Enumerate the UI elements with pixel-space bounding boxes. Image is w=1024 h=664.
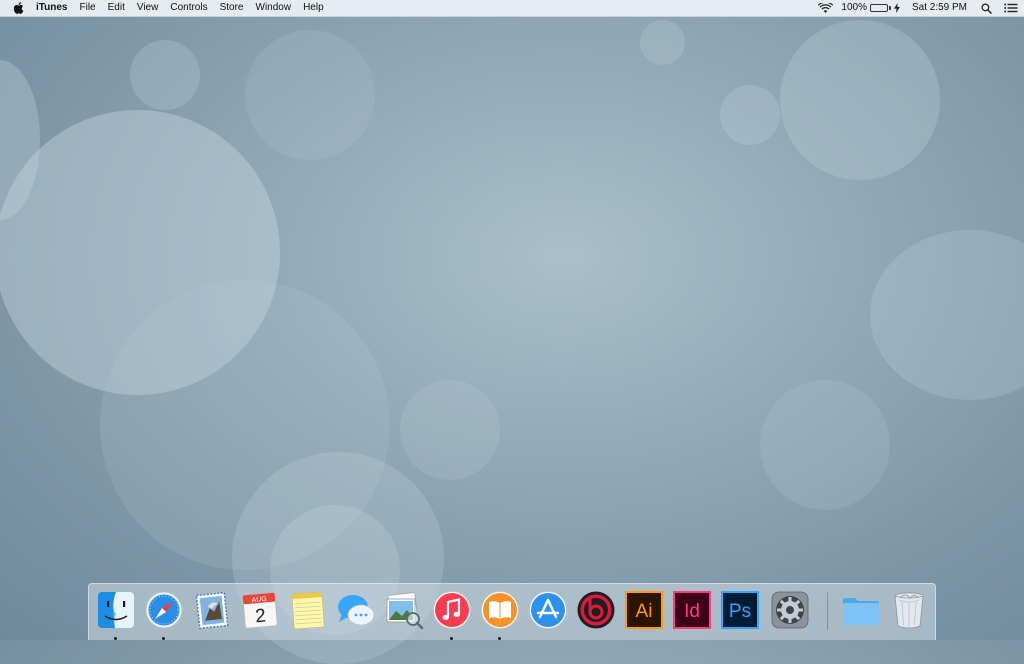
battery-percent: 100% <box>841 2 867 13</box>
apple-logo-icon[interactable] <box>12 0 24 16</box>
dock-item-photoshop[interactable]: Ps <box>720 590 760 630</box>
dock-item-app-store[interactable] <box>528 590 568 630</box>
indesign-label: Id <box>684 601 700 622</box>
desktop-wallpaper <box>0 0 1024 664</box>
illustrator-label: Ai <box>636 601 653 622</box>
dock-item-safari[interactable] <box>144 590 184 640</box>
menu-view[interactable]: View <box>131 0 165 16</box>
battery-status[interactable]: 100% <box>841 0 900 16</box>
menu-bar-clock[interactable]: Sat 2:59 PM <box>912 0 967 16</box>
wifi-icon[interactable] <box>818 2 834 14</box>
dock-item-folder[interactable] <box>841 590 881 630</box>
charging-bolt-icon <box>893 3 900 13</box>
photoshop-label: Ps <box>729 601 751 622</box>
dock-item-notes[interactable] <box>288 590 328 630</box>
calendar-icon: AUG 2 <box>242 592 278 629</box>
dock: AUG 2 Ai Id Ps <box>88 583 936 640</box>
messages-icon <box>338 595 375 626</box>
safari-icon <box>145 591 183 629</box>
itunes-icon <box>433 591 471 629</box>
photoshop-icon: Ps <box>721 591 759 629</box>
menu-controls[interactable]: Controls <box>164 0 213 16</box>
dock-divider <box>827 592 828 630</box>
dock-item-itunes[interactable] <box>432 590 472 640</box>
calendar-day: 2 <box>254 606 266 628</box>
dock-item-beats[interactable] <box>576 590 616 630</box>
menu-help[interactable]: Help <box>297 0 330 16</box>
dock-item-preview[interactable] <box>384 590 424 630</box>
mail-icon <box>195 591 229 630</box>
dock-item-trash[interactable] <box>889 590 929 630</box>
folder-icon <box>843 598 879 625</box>
menu-bar: iTunes File Edit View Controls Store Win… <box>0 0 1024 17</box>
dock-item-messages[interactable] <box>336 590 376 630</box>
spotlight-search-icon[interactable] <box>981 2 992 14</box>
battery-icon <box>869 4 891 12</box>
dock-item-illustrator[interactable]: Ai <box>624 590 664 630</box>
finder-icon <box>98 592 134 628</box>
notification-center-icon[interactable] <box>1004 3 1018 13</box>
app-store-icon <box>529 591 567 629</box>
menu-edit[interactable]: Edit <box>102 0 131 16</box>
preview-icon <box>386 592 424 630</box>
menu-window[interactable]: Window <box>250 0 298 16</box>
trash-icon <box>894 592 924 629</box>
ibooks-icon <box>481 591 519 629</box>
dock-item-calendar[interactable]: AUG 2 <box>240 590 280 630</box>
dock-item-indesign[interactable]: Id <box>672 590 712 630</box>
illustrator-icon: Ai <box>625 591 663 629</box>
indesign-icon: Id <box>673 591 711 629</box>
menu-app-name[interactable]: iTunes <box>34 0 73 16</box>
beats-icon <box>577 591 615 629</box>
notes-icon <box>291 591 325 630</box>
menu-store[interactable]: Store <box>214 0 250 16</box>
dock-item-mail[interactable] <box>192 590 232 630</box>
dock-item-ibooks[interactable] <box>480 590 520 640</box>
system-preferences-icon <box>771 591 809 629</box>
menu-file[interactable]: File <box>73 0 101 16</box>
dock-item-finder[interactable] <box>96 590 136 640</box>
dock-item-system-preferences[interactable] <box>770 590 810 630</box>
calendar-month: AUG <box>251 596 267 604</box>
